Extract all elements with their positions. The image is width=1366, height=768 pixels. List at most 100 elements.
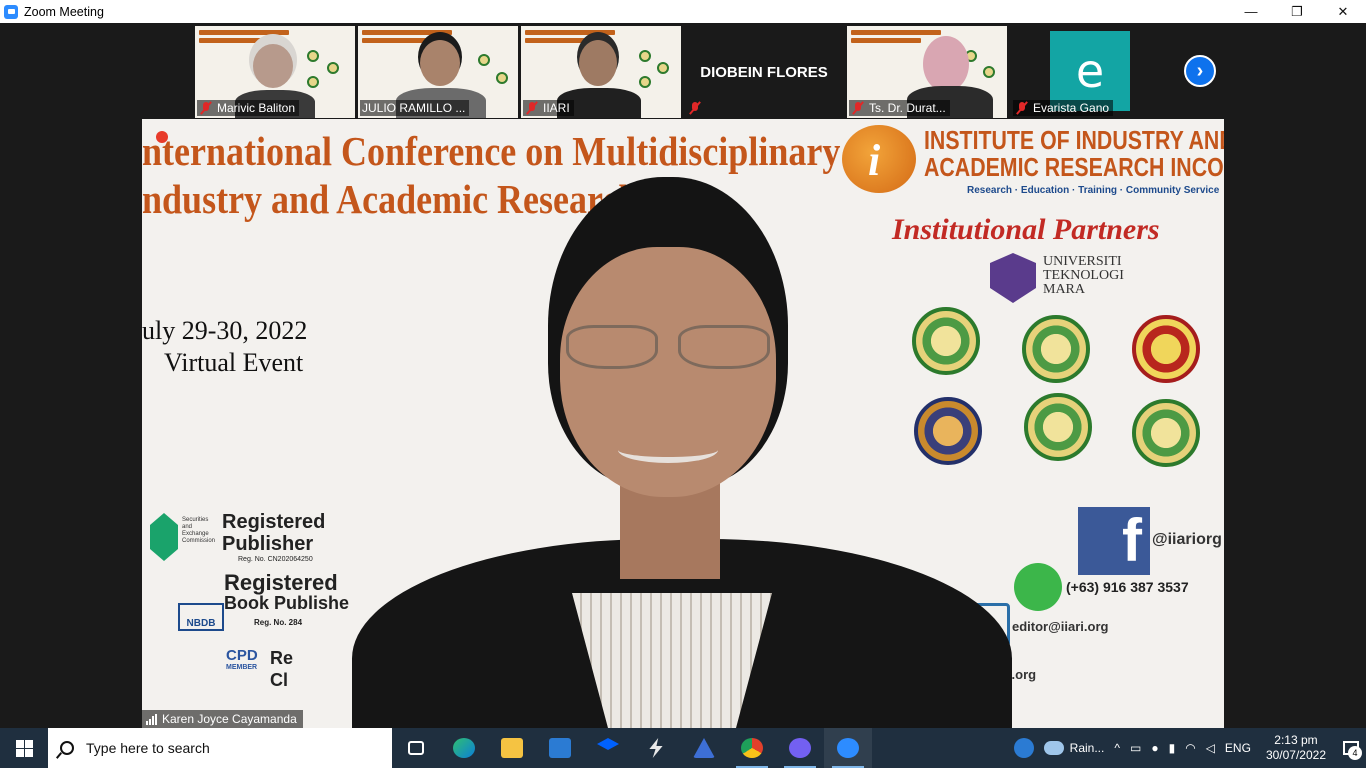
partner-seal-icon bbox=[1022, 315, 1090, 383]
system-tray: Rain... ^ ▭ ● ▮ ◠ ◁ ENG 2:13 pm 30/07/20… bbox=[1009, 728, 1366, 768]
slide-banner-graphic bbox=[851, 38, 921, 43]
mic-muted-icon bbox=[688, 101, 702, 115]
notification-center-icon[interactable]: 4 bbox=[1336, 728, 1366, 768]
lightning-app-icon[interactable] bbox=[632, 728, 680, 768]
partner-seal-icon bbox=[912, 307, 980, 375]
mic-muted-icon bbox=[525, 101, 539, 115]
reg2-line2: Book Publishe bbox=[224, 593, 350, 613]
chrome-icon[interactable] bbox=[728, 728, 776, 768]
weather-widget[interactable]: Rain... bbox=[1039, 728, 1110, 768]
reg2-line1: Registered bbox=[224, 570, 338, 595]
active-speaker-name: Karen Joyce Cayamanda bbox=[162, 712, 297, 726]
slide-event-date: uly 29-30, 2022 Virtual Event bbox=[142, 315, 307, 379]
partner-seal-icon bbox=[914, 397, 982, 465]
uitm-line2: TEKNOLOGI bbox=[1043, 268, 1124, 283]
reg1-number: Reg. No. CN202064250 bbox=[238, 556, 313, 563]
partner-seal-graphic bbox=[327, 62, 339, 74]
language-indicator[interactable]: ENG bbox=[1220, 728, 1256, 768]
nbdb-logo: NBDB bbox=[178, 603, 224, 631]
partner-seal-graphic bbox=[307, 50, 319, 62]
participant-video bbox=[579, 40, 617, 86]
next-page-arrow-icon[interactable]: › bbox=[1184, 55, 1216, 87]
uitm-name: UNIVERSITI TEKNOLOGI MARA bbox=[1043, 255, 1124, 297]
partner-seal-graphic bbox=[639, 76, 651, 88]
file-explorer-icon[interactable] bbox=[488, 728, 536, 768]
help-icon[interactable] bbox=[1009, 728, 1039, 768]
participant-name: Ts. Dr. Durat... bbox=[869, 101, 946, 115]
viber-icon[interactable] bbox=[776, 728, 824, 768]
windows-taskbar: Type here to search Rain... ^ ▭ ● ▮ ◠ ◁ … bbox=[0, 728, 1366, 768]
slide-date-line2: Virtual Event bbox=[164, 348, 304, 377]
slide-registered-publisher: Registered Publisher Reg. No. CN20206425… bbox=[222, 511, 325, 564]
task-view-icon[interactable] bbox=[392, 728, 440, 768]
participant-name-chip: Evarista Gano bbox=[1013, 100, 1114, 116]
volume-icon[interactable]: ◁ bbox=[1201, 728, 1220, 768]
slide-org-name-line1: INSTITUTE OF INDUSTRY AND bbox=[924, 125, 1224, 155]
partner-seal-graphic bbox=[478, 54, 490, 66]
gallery-tile-3[interactable]: IIARI bbox=[521, 26, 681, 118]
slide-title-line1: nternational Conference on Multidiscipli… bbox=[142, 128, 841, 175]
meet-now-icon[interactable]: ▭ bbox=[1125, 728, 1146, 768]
window-title: Zoom Meeting bbox=[24, 4, 104, 19]
mic-muted-icon bbox=[1015, 101, 1029, 115]
rain-cloud-icon bbox=[1043, 741, 1064, 755]
gallery-tile-6[interactable]: e Evarista Gano bbox=[1011, 26, 1171, 118]
search-icon bbox=[60, 741, 74, 755]
close-button[interactable]: ✕ bbox=[1320, 0, 1366, 23]
slide-banner-graphic bbox=[851, 30, 941, 35]
dropbox-icon[interactable] bbox=[584, 728, 632, 768]
partner-seal-icon bbox=[1024, 393, 1092, 461]
wifi-icon[interactable]: ◠ bbox=[1180, 728, 1200, 768]
slide-title-line2: ndustry and Academic Research bbox=[142, 176, 639, 223]
minimize-button[interactable]: — bbox=[1228, 0, 1274, 23]
participant-name-chip: Ts. Dr. Durat... bbox=[849, 100, 950, 116]
show-hidden-icons-chevron-icon[interactable]: ^ bbox=[1109, 728, 1125, 768]
slide-banner-graphic bbox=[525, 38, 595, 43]
slide-phone: (+63) 916 387 3537 bbox=[1066, 579, 1189, 595]
battery-icon[interactable]: ▮ bbox=[1164, 728, 1181, 768]
uitm-line3: MARA bbox=[1043, 282, 1086, 297]
cpd-label: CPD bbox=[226, 647, 258, 664]
gallery-tile-1[interactable]: Marivic Baliton bbox=[195, 26, 355, 118]
connection-bars-icon bbox=[146, 713, 157, 725]
meeting-stage: Marivic Baliton JULIO RAMILLO ... IIARI … bbox=[0, 23, 1366, 728]
participant-video bbox=[923, 36, 969, 92]
speaker-glasses bbox=[566, 325, 772, 375]
iiari-logo-icon: i bbox=[842, 125, 916, 193]
participant-name-chip: Marivic Baliton bbox=[197, 100, 300, 116]
zoom-icon[interactable] bbox=[824, 728, 872, 768]
slide-banner-graphic bbox=[362, 38, 432, 43]
clock[interactable]: 2:13 pm 30/07/2022 bbox=[1256, 728, 1336, 768]
notification-count-badge: 4 bbox=[1348, 746, 1362, 760]
participant-name: Marivic Baliton bbox=[217, 101, 296, 115]
speaker-smile bbox=[618, 437, 718, 463]
mic-muted-icon bbox=[851, 101, 865, 115]
a-app-icon[interactable] bbox=[680, 728, 728, 768]
uitm-logo-icon bbox=[990, 253, 1036, 303]
gallery-tile-4[interactable]: DIOBEIN FLORES bbox=[684, 26, 844, 118]
slide-email: editor@iiari.org bbox=[1012, 619, 1109, 634]
edge-icon[interactable] bbox=[440, 728, 488, 768]
partner-seal-graphic bbox=[496, 72, 508, 84]
partner-seal-graphic bbox=[983, 66, 995, 78]
mail-icon[interactable] bbox=[536, 728, 584, 768]
partner-seal-icon bbox=[1132, 315, 1200, 383]
slide-banner-graphic bbox=[199, 38, 269, 43]
clock-time: 2:13 pm bbox=[1274, 733, 1318, 747]
window-controls: — ❐ ✕ bbox=[1228, 0, 1366, 23]
reg1-line1: Registered bbox=[222, 511, 326, 533]
restore-button[interactable]: ❐ bbox=[1274, 0, 1320, 23]
slide-org-name-line2: ACADEMIC RESEARCH INCORPORATED bbox=[924, 152, 1224, 182]
participant-name: IIARI bbox=[543, 101, 570, 115]
microphone-icon[interactable]: ● bbox=[1146, 728, 1163, 768]
search-placeholder: Type here to search bbox=[86, 740, 210, 756]
partner-seal-graphic bbox=[639, 50, 651, 62]
weather-text: Rain... bbox=[1069, 741, 1105, 755]
participant-name: JULIO RAMILLO ... bbox=[362, 101, 466, 115]
gallery-tile-5[interactable]: Ts. Dr. Durat... bbox=[847, 26, 1007, 118]
taskbar-search-box[interactable]: Type here to search bbox=[48, 728, 392, 768]
slide-fb-handle: @iiariorg bbox=[1152, 531, 1222, 548]
gallery-tile-2[interactable]: JULIO RAMILLO ... bbox=[358, 26, 518, 118]
active-speaker-video[interactable]: nternational Conference on Multidiscipli… bbox=[142, 119, 1224, 728]
start-button[interactable] bbox=[0, 728, 48, 768]
